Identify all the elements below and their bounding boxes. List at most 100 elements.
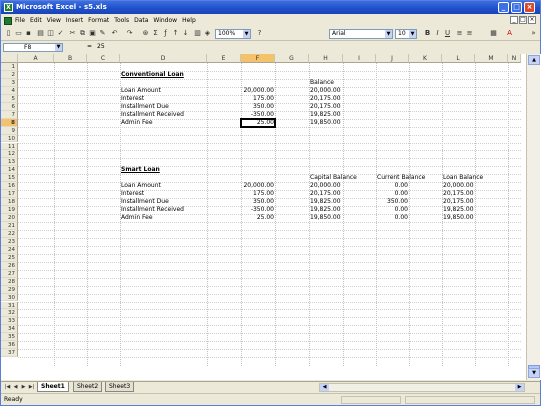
cut-icon[interactable]: ✂ [68,29,77,38]
font-size-select[interactable]: 10 ▼ [395,29,417,39]
section-title[interactable]: Smart Loan [120,166,207,174]
next-sheet-icon[interactable]: ▶ [20,383,27,391]
row-header[interactable]: 3 [1,78,18,87]
row-header[interactable]: 11 [1,142,18,151]
minimize-button[interactable]: _ [498,2,509,13]
row-label[interactable]: Admin Fee [120,119,207,127]
column-header-b[interactable]: B [54,54,87,63]
column-header-a[interactable]: A [18,54,54,63]
amount-cell[interactable]: 175.00 [241,95,275,103]
amount-cell[interactable]: 20,000.00 [241,182,275,190]
column-header-n[interactable]: N [508,54,521,63]
row-header[interactable]: 4 [1,86,18,95]
balance-cell[interactable]: 19,850.00 [309,119,343,127]
maximize-button[interactable]: □ [511,2,522,13]
balance-cell[interactable]: 19,825.00 [309,111,343,119]
capital-balance-cell[interactable]: 20,175.00 [309,190,343,198]
row-header[interactable]: 30 [1,293,18,302]
horizontal-scrollbar[interactable]: ◀ ▶ [319,383,525,392]
column-header-l[interactable]: L [442,54,475,63]
sort-descending-icon[interactable]: ↓ [181,29,190,38]
row-header[interactable]: 25 [1,253,18,262]
sheet-tab-sheet1[interactable]: Sheet1 [37,382,69,392]
amount-cell[interactable]: 350.00 [241,103,275,111]
row-header[interactable]: 29 [1,285,18,294]
row-header[interactable]: 5 [1,94,18,103]
current-balance-cell[interactable]: 0.00 [376,214,409,222]
column-label[interactable]: Balance [309,79,343,87]
current-balance-cell[interactable]: 0.00 [376,182,409,190]
row-label[interactable]: Installment Received [120,111,207,119]
zoom-select[interactable]: 100% ▼ [215,29,251,39]
row-label[interactable]: Installment Due [120,103,207,111]
amount-cell[interactable]: 175.00 [241,190,275,198]
save-icon[interactable]: ▪ [24,29,33,38]
balance-cell[interactable]: 20,000.00 [309,87,343,95]
row-header[interactable]: 17 [1,190,18,199]
autosum-icon[interactable]: Σ [151,29,160,38]
menu-item-window[interactable]: Window [153,15,177,26]
row-header[interactable]: 20 [1,214,18,222]
capital-balance-cell[interactable]: 20,000.00 [309,182,343,190]
row-label[interactable]: Interest [120,190,207,198]
menu-item-view[interactable]: View [47,15,61,26]
row-header[interactable]: 24 [1,245,18,254]
help-icon[interactable]: ? [255,29,264,38]
menu-item-data[interactable]: Data [134,15,148,26]
row-header[interactable]: 10 [1,134,18,143]
row-header[interactable]: 6 [1,102,18,111]
row-header[interactable]: 1 [1,63,18,71]
row-header[interactable]: 28 [1,277,18,286]
close-button[interactable]: × [524,2,535,13]
row-header[interactable]: 2 [1,70,18,79]
open-icon[interactable]: ▭ [14,29,23,38]
row-header[interactable]: 21 [1,222,18,230]
font-color-icon[interactable]: A [505,29,514,38]
format-painter-icon[interactable]: ✎ [98,29,107,38]
font-select[interactable]: Arial ▼ [329,29,393,39]
loan-balance-cell[interactable]: 19,850.00 [442,214,475,222]
row-label[interactable]: Admin Fee [120,214,207,222]
loan-balance-cell[interactable]: 19,825.00 [442,206,475,214]
new-icon[interactable]: ▯ [4,29,13,38]
loan-balance-cell[interactable]: 20,000.00 [442,182,475,190]
current-balance-cell[interactable]: 350.00 [376,198,409,206]
amount-cell[interactable]: 20,000.00 [241,87,275,95]
worksheet-grid[interactable]: A B C D E F G H I J K L M N 1 2 3 4 5 6 7 8 9 10 11 12 13 14 15 16 17 1… [1,54,541,380]
copy-icon[interactable]: ⧉ [78,29,87,38]
row-header[interactable]: 36 [1,341,18,350]
select-all-corner[interactable] [1,54,18,63]
menu-item-format[interactable]: Format [88,15,109,26]
row-header[interactable]: 13 [1,158,18,167]
row-header[interactable]: 16 [1,182,18,191]
column-label[interactable]: Loan Balance [442,174,483,182]
column-header-j[interactable]: J [376,54,409,63]
row-header[interactable]: 34 [1,325,18,334]
row-label[interactable]: Interest [120,95,207,103]
menu-item-tools[interactable]: Tools [114,15,129,26]
scroll-right-icon[interactable]: ▶ [515,384,524,391]
amount-cell[interactable]: 350.00 [241,198,275,206]
row-header[interactable]: 32 [1,309,18,318]
underline-icon[interactable]: U [443,29,452,38]
loan-balance-cell[interactable]: 20,175.00 [442,190,475,198]
formula-input[interactable]: 25 [97,42,105,52]
balance-cell[interactable]: 20,175.00 [309,103,343,111]
last-sheet-icon[interactable]: ▶| [28,383,35,391]
name-box[interactable]: F8 ▼ [3,43,63,52]
align-left-icon[interactable]: ≡ [455,29,464,38]
borders-icon[interactable]: ▦ [489,29,498,38]
doc-close-icon[interactable]: × [528,16,536,24]
column-header-c[interactable]: C [87,54,120,63]
row-header[interactable]: 22 [1,229,18,238]
paste-icon[interactable]: ▣ [88,29,97,38]
current-balance-cell[interactable]: 0.00 [376,190,409,198]
row-header[interactable]: 9 [1,126,18,135]
row-label[interactable]: Loan Amount [120,87,207,95]
vertical-scrollbar[interactable]: ▲ ▼ [526,54,540,380]
row-header[interactable]: 23 [1,237,18,246]
row-label[interactable]: Loan Amount [120,182,207,190]
first-sheet-icon[interactable]: |◀ [4,383,11,391]
scroll-up-icon[interactable]: ▲ [528,55,540,65]
toolbar-options-icon[interactable]: » [529,29,538,38]
